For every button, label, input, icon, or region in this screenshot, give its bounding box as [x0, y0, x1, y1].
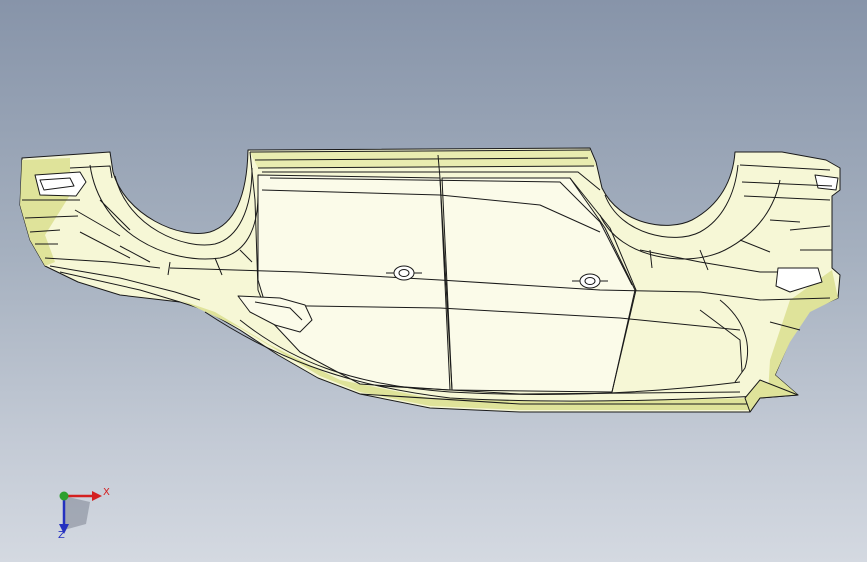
graphics-viewport[interactable]: X Z — [0, 0, 867, 562]
axis-y-dot — [59, 491, 69, 501]
rear-light-1 — [814, 174, 839, 191]
axis-triad: X Z — [40, 478, 120, 548]
car-body-silhouette — [19, 147, 841, 413]
axis-x-label: X — [103, 487, 110, 498]
car-body-model-icon[interactable] — [0, 0, 867, 562]
front-light-1 — [34, 171, 87, 197]
axis-z-label: Z — [58, 530, 65, 541]
